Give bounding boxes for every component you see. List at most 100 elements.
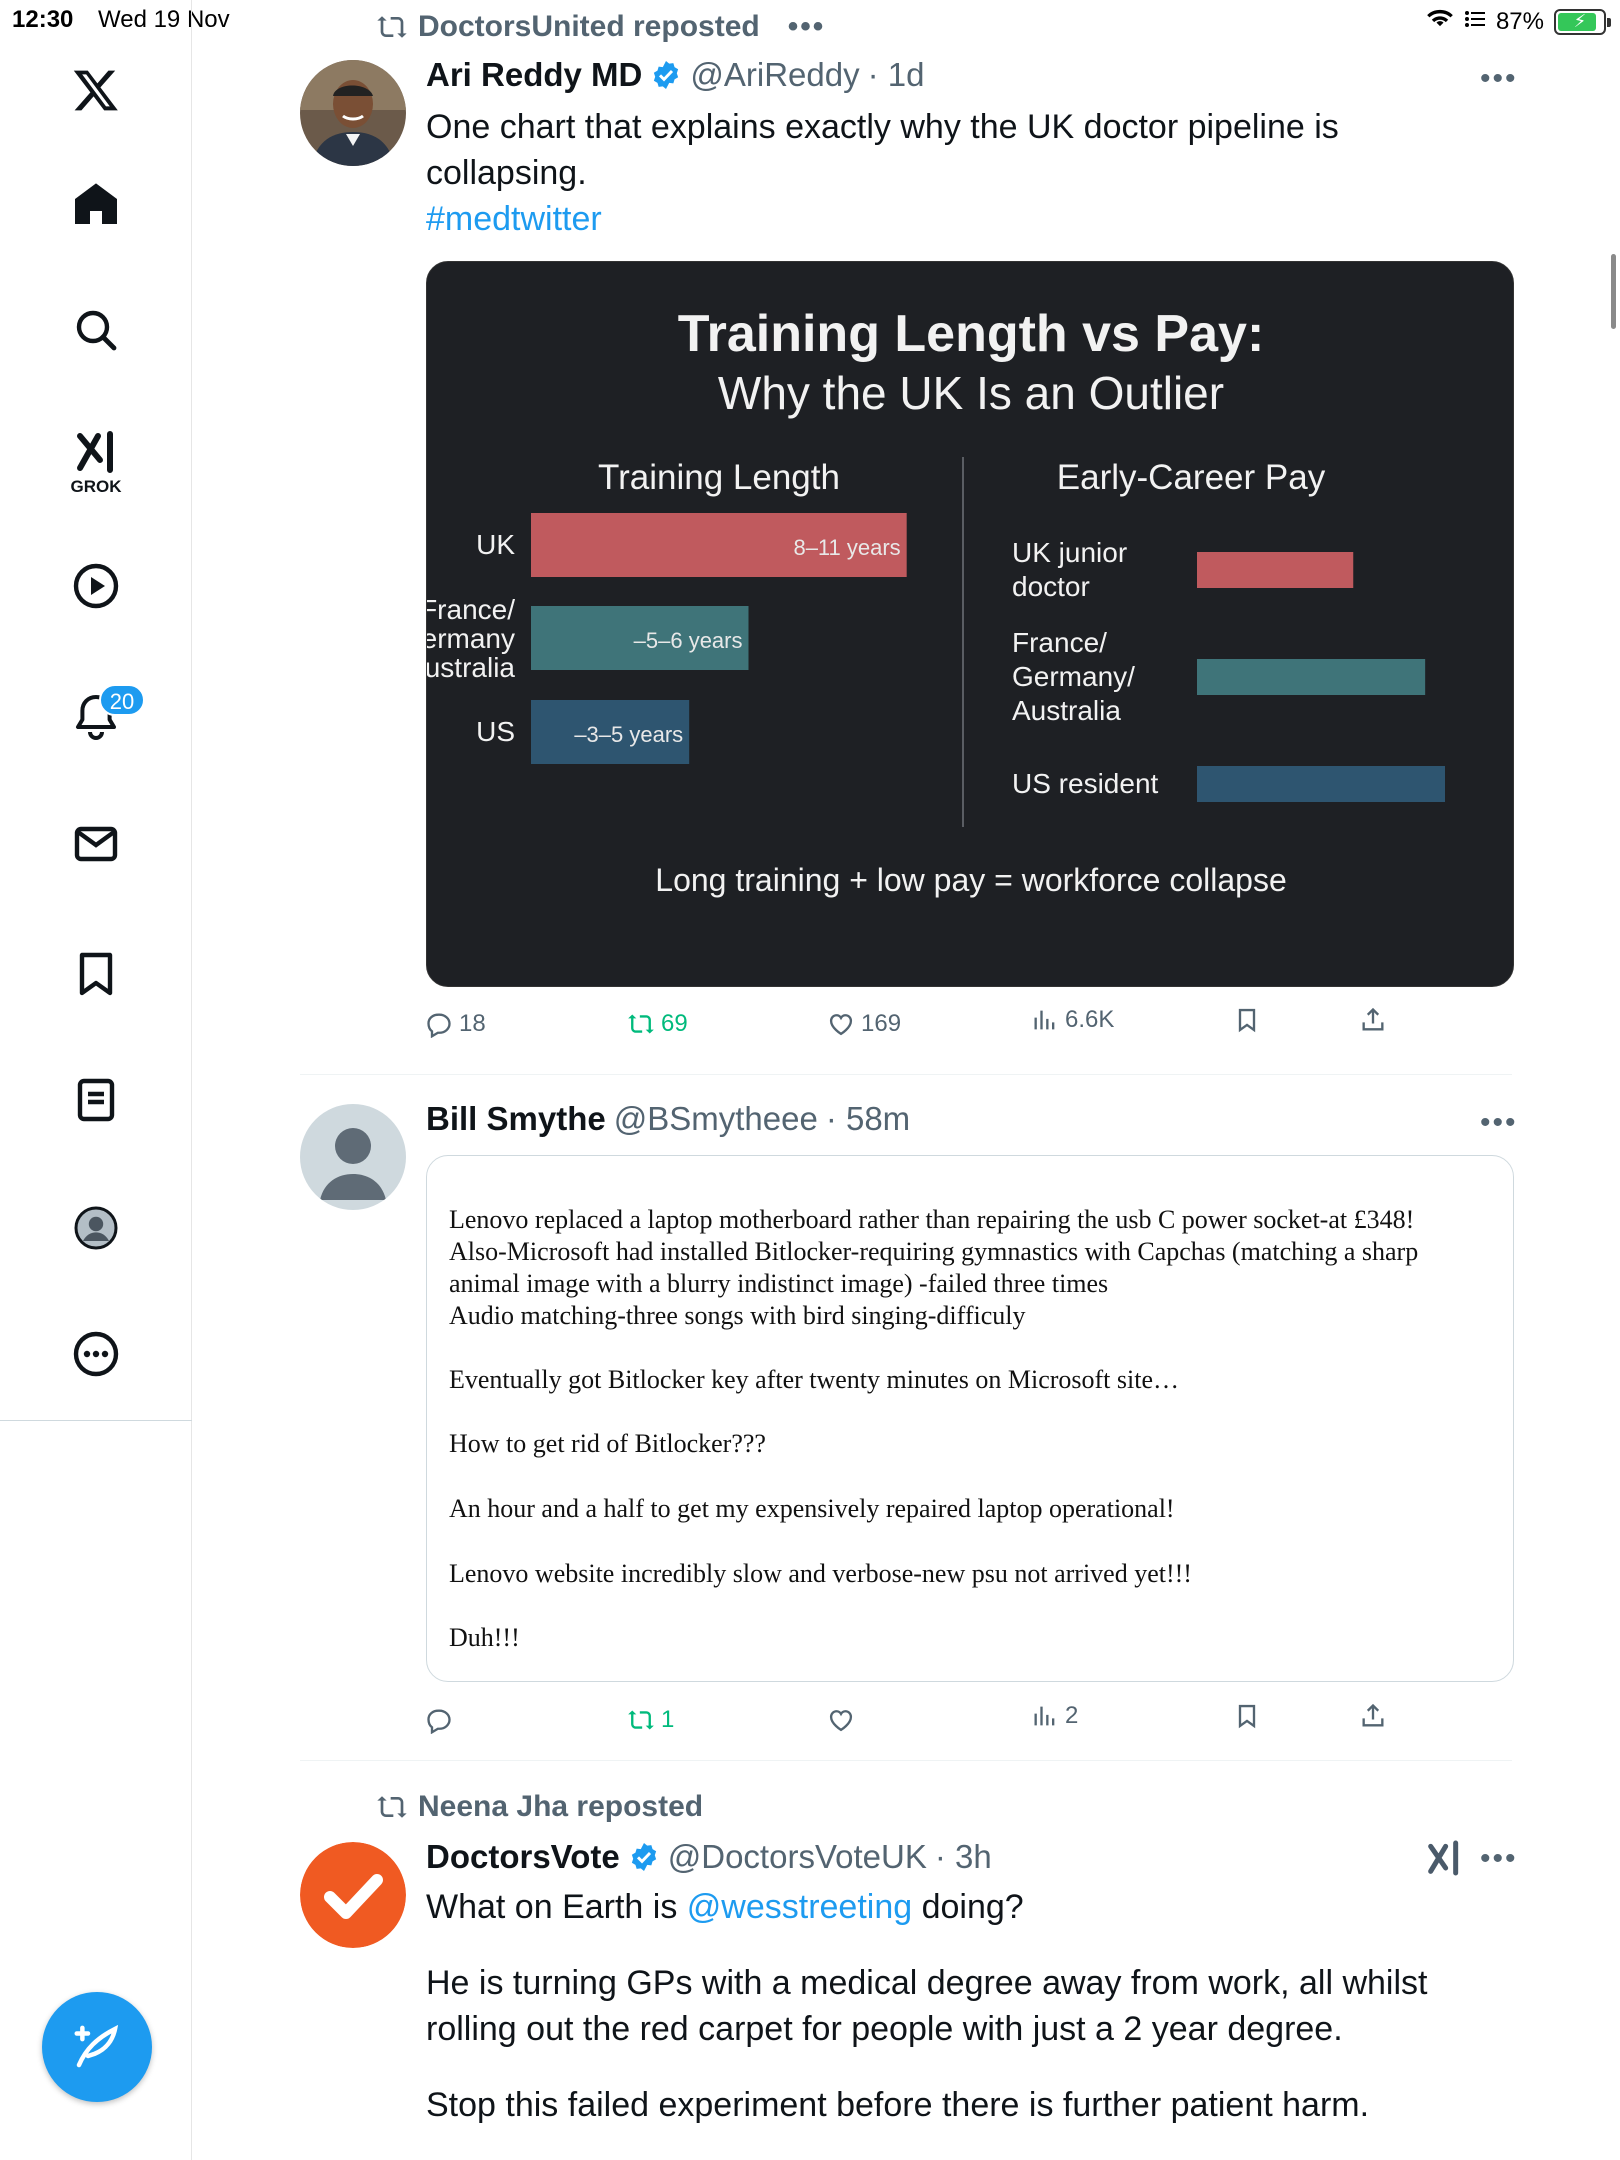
compose-button[interactable]: [42, 1992, 152, 2102]
grok-explain-icon[interactable]: [1424, 1838, 1464, 1878]
views-button[interactable]: 6.6K: [1031, 1006, 1114, 1034]
video-icon[interactable]: [66, 556, 126, 616]
views-count: 6.6K: [1065, 1006, 1115, 1033]
like-count: 169: [861, 1010, 902, 1037]
reply-icon: [427, 1013, 451, 1038]
tweet-text-segment: doing?: [912, 1888, 1024, 1926]
avatar[interactable]: [300, 60, 406, 166]
repost-by-text: Neena Jha reposted: [418, 1790, 704, 1823]
reply-icon: [427, 1709, 451, 1734]
share-button[interactable]: [1359, 1702, 1387, 1730]
reply-button[interactable]: [425, 1706, 459, 1734]
repost-more-icon[interactable]: •••: [788, 10, 826, 44]
grok-icon[interactable]: [66, 422, 126, 482]
tweet-actions: 18 69 169 6.6K: [425, 1006, 1425, 1050]
bookmark-button[interactable]: [1233, 1702, 1261, 1730]
repost-count: 69: [661, 1010, 688, 1037]
bookmark-icon: [1238, 1704, 1256, 1729]
category-label: Germany: [427, 623, 515, 654]
author-handle[interactable]: @DoctorsVoteUK: [668, 1838, 927, 1876]
tweet-more-icon[interactable]: •••: [1480, 62, 1518, 96]
heart-icon: [829, 1710, 853, 1732]
chart-footer: Long training + low pay = workforce coll…: [655, 862, 1287, 898]
repost-count: 1: [661, 1706, 675, 1733]
repost-icon: [377, 1796, 407, 1818]
tweet-time[interactable]: · 58m: [826, 1100, 910, 1138]
tweet-header: Bill Smythe @BSmytheee · 58m: [426, 1100, 910, 1138]
grok-label: GROK: [70, 477, 122, 496]
like-button[interactable]: [827, 1706, 861, 1734]
repost-button[interactable]: 69: [627, 1010, 688, 1038]
author-name[interactable]: Bill Smythe: [426, 1100, 606, 1138]
more-options-icon[interactable]: [66, 1324, 126, 1384]
repost-icon: [628, 1014, 654, 1034]
profile-avatar-icon[interactable]: [66, 1198, 126, 1258]
scrollbar[interactable]: [1611, 254, 1616, 329]
panel-heading: Training Length: [598, 458, 840, 497]
tweet-text-line: Stop this failed experiment before there…: [426, 2086, 1370, 2124]
tweet-divider: [300, 1760, 1512, 1761]
text-image[interactable]: Lenovo replaced a laptop motherboard rat…: [426, 1155, 1514, 1682]
category-label: doctor: [1012, 571, 1090, 602]
focus-list-icon: [1464, 8, 1486, 36]
category-label: France/: [1012, 627, 1107, 658]
tweet-time[interactable]: · 1d: [868, 56, 925, 94]
repost-button[interactable]: 1: [627, 1706, 674, 1734]
search-icon[interactable]: [66, 300, 126, 360]
messages-icon[interactable]: [66, 814, 126, 874]
bookmark-icon: [1238, 1008, 1256, 1033]
category-label: Germany/: [1012, 661, 1135, 692]
verified-badge-icon: [631, 1843, 656, 1871]
x-logo-icon[interactable]: [66, 60, 126, 120]
views-count: 2: [1065, 1702, 1079, 1729]
bar-value-label: –5–6 years: [634, 628, 743, 653]
author-handle[interactable]: @BSmytheee: [614, 1100, 818, 1138]
author-name[interactable]: Ari Reddy MD: [426, 56, 642, 94]
views-icon: [1034, 1706, 1055, 1726]
author-handle[interactable]: @AriReddy: [690, 56, 859, 94]
bookmarks-icon[interactable]: [66, 944, 126, 1004]
tweet-text-line: rolling out the red carpet for people wi…: [426, 2010, 1343, 2048]
image-text-paragraph: Lenovo website incredibly slow and verbo…: [449, 1559, 1192, 1588]
home-icon[interactable]: [66, 174, 126, 234]
repost-icon: [628, 1710, 654, 1730]
verified-badge-icon: [654, 61, 679, 89]
tweet-more-icon[interactable]: •••: [1480, 1106, 1518, 1140]
bookmark-button[interactable]: [1233, 1006, 1261, 1034]
avatar[interactable]: [300, 1104, 406, 1210]
reply-button[interactable]: 18: [425, 1010, 486, 1038]
avatar[interactable]: [300, 1842, 406, 1948]
repost-indicator[interactable]: DoctorsUnited reposted •••: [376, 10, 825, 44]
category-label: UK junior: [1012, 537, 1127, 568]
category-label: Australia: [427, 652, 515, 683]
chart-bar: [1197, 766, 1445, 802]
hashtag-link[interactable]: #medtwitter: [426, 196, 1506, 242]
category-label: UK: [476, 529, 515, 560]
views-icon: [1034, 1010, 1055, 1030]
views-button[interactable]: 2: [1031, 1702, 1078, 1730]
category-label: Australia: [1012, 695, 1121, 726]
category-label: US resident: [1012, 768, 1159, 799]
tweet-text-segment: What on Earth is: [426, 1888, 687, 1926]
lists-icon[interactable]: [66, 1070, 126, 1130]
repost-indicator[interactable]: Neena Jha reposted: [376, 1790, 703, 1824]
category-label: France/: [427, 594, 515, 625]
share-icon: [1362, 1703, 1384, 1727]
chart-bar: [1197, 552, 1354, 588]
mention-link[interactable]: @wesstreeting: [687, 1888, 912, 1926]
author-name[interactable]: DoctorsVote: [426, 1838, 620, 1876]
share-button[interactable]: [1359, 1006, 1387, 1034]
like-button[interactable]: 169: [827, 1010, 901, 1038]
tweet-text-line: One chart that explains exactly why the …: [426, 108, 1339, 146]
tweet-more-icon[interactable]: •••: [1480, 1842, 1518, 1876]
image-text-paragraph: Lenovo replaced a laptop motherboard rat…: [449, 1205, 1419, 1330]
compose-icon: [74, 2024, 119, 2068]
tweet-time[interactable]: · 3h: [935, 1838, 992, 1876]
tweet-header: Ari Reddy MD @AriReddy · 1d: [426, 56, 924, 94]
notifications-badge: 20: [99, 684, 145, 716]
tweet-header: DoctorsVote @DoctorsVoteUK · 3h: [426, 1838, 992, 1876]
tweet-actions: 1 2: [425, 1702, 1425, 1746]
heart-icon: [829, 1014, 853, 1036]
chart-image[interactable]: Training Length vs Pay: Why the UK Is an…: [426, 261, 1514, 987]
bar-value-label: –3–5 years: [574, 722, 683, 747]
